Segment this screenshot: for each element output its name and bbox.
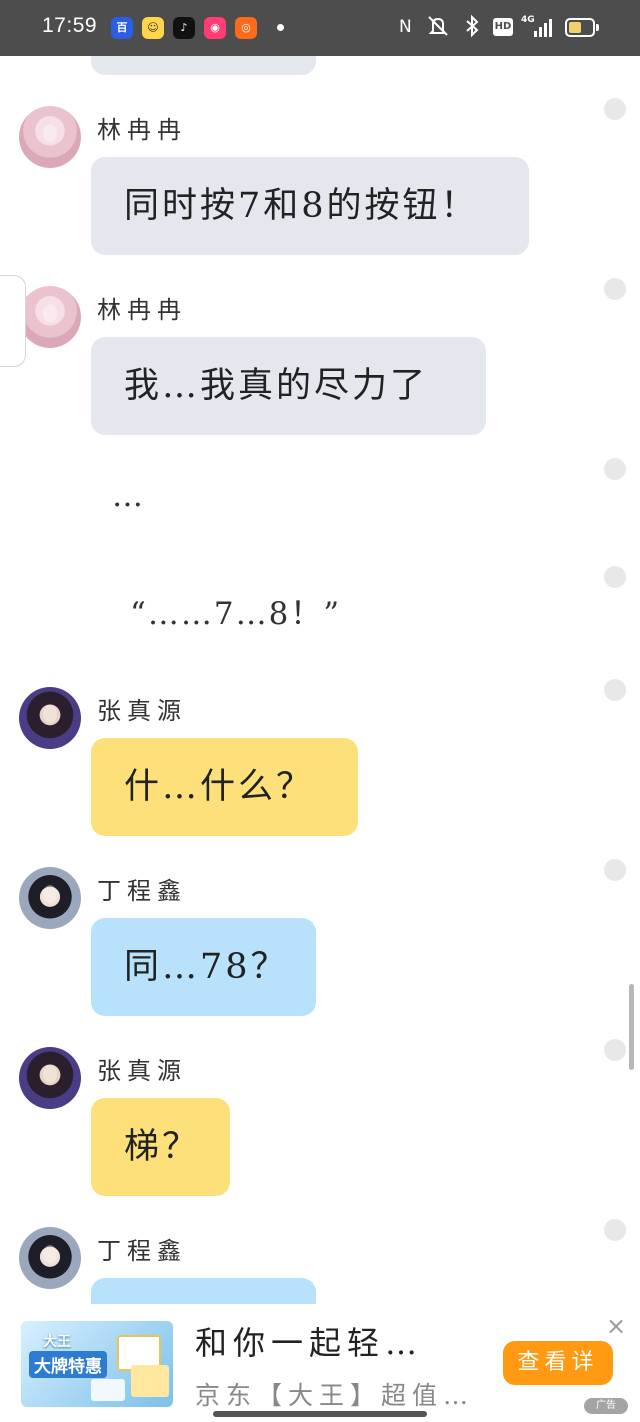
avatar[interactable] bbox=[19, 286, 81, 348]
mute-bell-icon bbox=[425, 14, 451, 46]
chat-message[interactable]: 张真源 什…什么？ bbox=[0, 679, 640, 849]
bluetooth-icon bbox=[463, 14, 481, 46]
baidu-icon: 百 bbox=[111, 17, 133, 39]
sender-name: 林冉冉 bbox=[97, 116, 187, 144]
sender-name: 张真源 bbox=[97, 1057, 187, 1085]
view-details-button[interactable]: 查看详 bbox=[503, 1341, 613, 1385]
select-radio[interactable] bbox=[604, 1039, 626, 1061]
chat-area[interactable]: 林冉冉 同时按7和8的按钮！ 林冉冉 我…我真的尽力了 … “……7…8！” 张… bbox=[0, 56, 640, 1304]
home-indicator[interactable] bbox=[213, 1411, 427, 1417]
select-radio[interactable] bbox=[604, 278, 626, 300]
hd-badge: HD bbox=[493, 18, 513, 36]
close-icon[interactable]: × bbox=[606, 1314, 626, 1338]
ad-image[interactable]: 大王 大牌特惠 bbox=[21, 1321, 173, 1407]
ad-subtitle[interactable]: 京东【大王】超值… bbox=[195, 1376, 474, 1412]
status-time: 17:59 bbox=[42, 14, 98, 37]
select-radio[interactable] bbox=[604, 1219, 626, 1241]
message-bubble[interactable]: 我…我真的尽力了 bbox=[91, 337, 486, 435]
status-bar: 17:59 百 ☺ ♪ ◉ ◎ N HD 4G bbox=[0, 0, 640, 56]
avatar[interactable] bbox=[19, 106, 81, 168]
select-radio[interactable] bbox=[604, 679, 626, 701]
signal-icon bbox=[530, 19, 554, 37]
pink-app-icon: ◉ bbox=[204, 17, 226, 39]
select-radio[interactable] bbox=[604, 566, 626, 588]
chat-message[interactable]: 林冉冉 我…我真的尽力了 bbox=[0, 278, 640, 448]
message-bubble[interactable]: 同时按7和8的按钮！ bbox=[91, 157, 529, 255]
weibo-icon: ◎ bbox=[235, 17, 257, 39]
narration-text: “……7…8！” bbox=[130, 596, 342, 632]
chat-message[interactable]: 丁程鑫 bbox=[0, 1219, 640, 1304]
message-bubble[interactable]: 什…什么？ bbox=[91, 738, 358, 836]
narration-text: … bbox=[112, 478, 145, 514]
message-bubble[interactable]: 梯？ bbox=[91, 1098, 230, 1196]
sender-name: 丁程鑫 bbox=[97, 877, 187, 905]
chat-message[interactable]: 丁程鑫 同…78？ bbox=[0, 859, 640, 1029]
message-bubble-partial[interactable] bbox=[91, 56, 316, 75]
side-drawer-tab[interactable] bbox=[0, 275, 26, 367]
ad-image-brand: 大王 bbox=[43, 1334, 71, 1350]
avatar[interactable] bbox=[19, 1047, 81, 1109]
select-radio[interactable] bbox=[604, 859, 626, 881]
sender-name: 林冉冉 bbox=[97, 296, 187, 324]
battery-icon bbox=[565, 18, 595, 37]
select-radio[interactable] bbox=[604, 458, 626, 480]
message-bubble[interactable]: 同…78？ bbox=[91, 918, 316, 1016]
avatar[interactable] bbox=[19, 1227, 81, 1289]
chat-message[interactable]: 林冉冉 同时按7和8的按钮！ bbox=[0, 98, 640, 268]
message-bubble[interactable] bbox=[91, 1278, 316, 1304]
sender-name: 丁程鑫 bbox=[97, 1237, 187, 1265]
scrollbar[interactable] bbox=[629, 984, 634, 1070]
select-radio[interactable] bbox=[604, 98, 626, 120]
ad-image-slogan: 大牌特惠 bbox=[29, 1351, 107, 1378]
smile-app-icon: ☺ bbox=[142, 17, 164, 39]
tiktok-icon: ♪ bbox=[173, 17, 195, 39]
notification-dot-icon bbox=[277, 24, 284, 31]
ad-banner[interactable]: 大王 大牌特惠 和你一起轻… 京东【大王】超值… 查看详 × 广告 bbox=[0, 1304, 640, 1422]
avatar[interactable] bbox=[19, 687, 81, 749]
narration-message[interactable]: “……7…8！” bbox=[0, 566, 640, 646]
nfc-icon: N bbox=[399, 17, 412, 37]
chat-message[interactable]: 张真源 梯？ bbox=[0, 1039, 640, 1209]
narration-message[interactable]: … bbox=[0, 458, 640, 538]
sender-name: 张真源 bbox=[97, 697, 187, 725]
avatar[interactable] bbox=[19, 867, 81, 929]
ad-tag: 广告 bbox=[584, 1398, 628, 1414]
ad-title[interactable]: 和你一起轻… bbox=[195, 1318, 423, 1364]
